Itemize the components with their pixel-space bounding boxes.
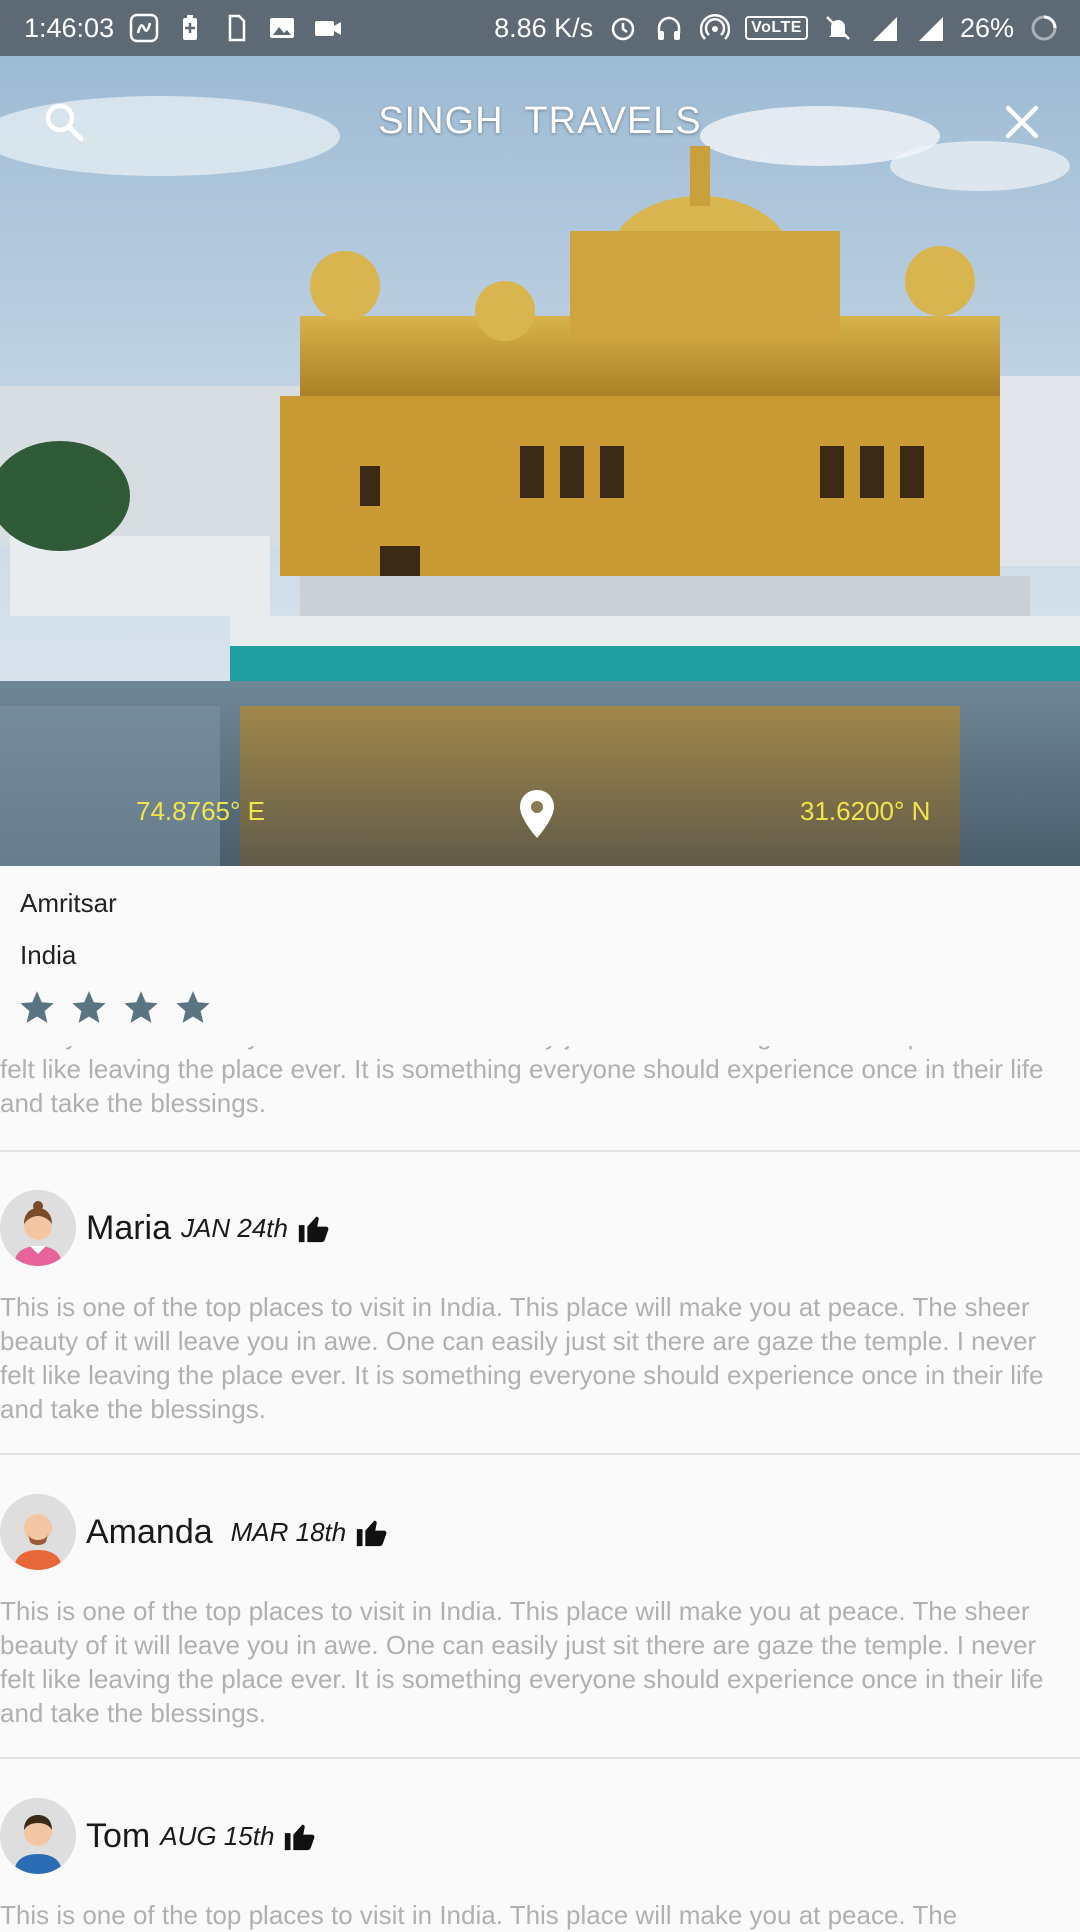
video-icon xyxy=(312,12,344,44)
volte-badge: VoLTE xyxy=(745,16,808,40)
latitude-label: 31.6200° N xyxy=(800,796,931,826)
reviewer-name: Tom xyxy=(86,1816,151,1855)
thumbs-up-icon[interactable] xyxy=(296,1211,330,1245)
review-text: This is one of the top places to visit i… xyxy=(0,1596,1044,1728)
male-avatar-icon xyxy=(0,1494,76,1570)
divider xyxy=(0,1453,1080,1455)
app-title: SINGH TRAVELS xyxy=(378,100,702,142)
place-description-text: This is one of the top places to visit i… xyxy=(0,1046,1044,1118)
place-country: India xyxy=(20,940,77,970)
hotspot-icon xyxy=(699,12,731,44)
review-date: JAN 24th xyxy=(181,1212,288,1243)
female-avatar-icon xyxy=(0,1190,76,1266)
battery-level: 26% xyxy=(959,12,1014,43)
avatar xyxy=(0,1798,76,1874)
rating-stars xyxy=(18,988,212,1026)
network-speed: 8.86 K/s xyxy=(494,12,594,43)
alarm-icon xyxy=(607,12,639,44)
status-bar: 1:46:03 8.86 K/s VoLTE 26% xyxy=(0,0,1080,56)
review-text: This is one of the top places to visit i… xyxy=(0,1900,958,1930)
signal-roaming-icon xyxy=(914,12,946,44)
review-text: This is one of the top places to visit i… xyxy=(0,1292,1044,1424)
place-description: This is one of the top places to visit i… xyxy=(0,1046,1060,1122)
avatar xyxy=(0,1190,76,1266)
review-date: MAR 18th xyxy=(230,1516,347,1547)
star-icon xyxy=(20,991,54,1023)
review-header: Maria JAN 24th xyxy=(0,1188,1080,1268)
star-icon xyxy=(176,991,210,1023)
place-name: Amritsar xyxy=(20,888,117,918)
review-date: AUG 15th xyxy=(160,1820,275,1851)
location-pin-icon[interactable] xyxy=(517,788,557,840)
signal-icon xyxy=(868,12,900,44)
headphones-icon xyxy=(653,12,685,44)
close-icon[interactable] xyxy=(992,92,1052,152)
thumbs-up-icon[interactable] xyxy=(282,1819,316,1853)
review-header: Tom AUG 15th xyxy=(0,1796,1080,1876)
review-item: Tom AUG 15th This is one of the top plac… xyxy=(0,1796,1080,1932)
reviewer-name: Amanda xyxy=(86,1512,213,1551)
male-avatar-icon xyxy=(0,1798,76,1874)
longitude-label: 74.8765° E xyxy=(136,796,265,826)
sim-icon xyxy=(220,12,252,44)
coordinates-bar: 74.8765° E 31.6200° N xyxy=(0,790,1080,846)
status-time: 1:46:03 xyxy=(24,12,115,43)
gallery-icon xyxy=(266,12,298,44)
review-item: Amanda MAR 18th This is one of the top p… xyxy=(0,1492,1080,1730)
mute-icon xyxy=(822,12,854,44)
review-item: Maria JAN 24th This is one of the top pl… xyxy=(0,1188,1080,1426)
loading-icon xyxy=(1028,12,1060,44)
battery-saver-icon xyxy=(174,12,206,44)
divider xyxy=(0,1757,1080,1759)
review-header: Amanda MAR 18th xyxy=(0,1492,1080,1572)
star-icon xyxy=(72,991,106,1023)
thumbs-up-icon[interactable] xyxy=(354,1515,388,1549)
saavn-icon xyxy=(128,12,160,44)
star-icon xyxy=(124,991,158,1023)
divider xyxy=(0,1150,1080,1152)
app-bar: SINGH TRAVELS xyxy=(0,56,1080,192)
reviewer-name: Maria xyxy=(86,1208,172,1247)
avatar xyxy=(0,1494,76,1570)
